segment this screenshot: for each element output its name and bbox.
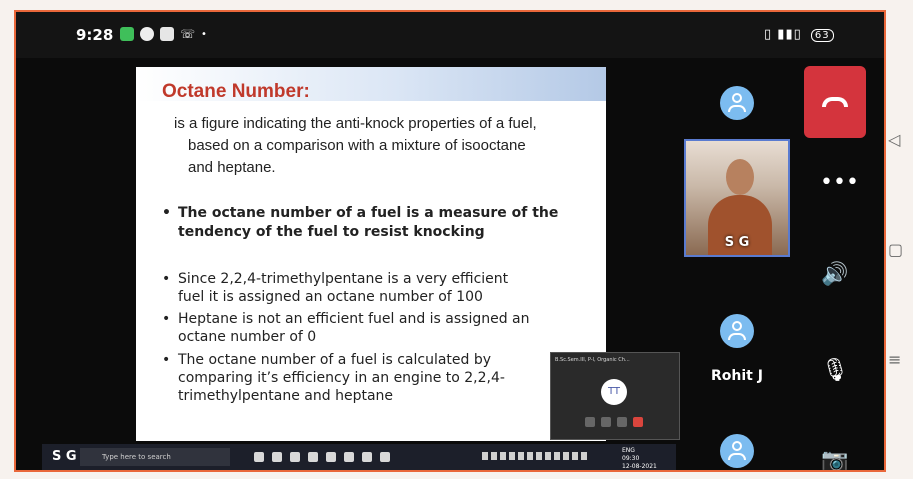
edge-icon[interactable]: [344, 452, 354, 462]
signal-icon: ▮▮▯: [777, 27, 802, 42]
participant-panel: S G Rohit J: [684, 60, 790, 470]
android-nav-bar: ◁ ▢ ≡: [880, 10, 910, 472]
taskbar-time: 09:30: [622, 455, 640, 462]
notes-icon[interactable]: [380, 452, 390, 462]
participant-avatar[interactable]: [720, 314, 754, 348]
system-tray: [482, 452, 587, 460]
hangup-button[interactable]: [804, 66, 866, 138]
battery-icon: 63: [810, 29, 834, 42]
taskbar-apps: [254, 452, 390, 462]
video-tile-name: S G: [724, 235, 750, 250]
chrome-icon[interactable]: [326, 452, 336, 462]
status-bar: 9:28 ☏ • ▯ ▮▮▯ 63: [16, 12, 884, 58]
chat-icon: [140, 27, 154, 41]
explorer-icon[interactable]: [290, 452, 300, 462]
hangup-icon: [822, 97, 848, 107]
bullet-4-line-2: comparing it’s efficiency in an engine t…: [178, 370, 505, 386]
back-icon[interactable]: ◁: [888, 130, 900, 149]
taskbar-date: 12-08-2021: [622, 463, 657, 470]
slide-title: Octane Number:: [162, 81, 310, 102]
teams-icon[interactable]: [362, 452, 372, 462]
recents-icon[interactable]: ≡: [888, 350, 901, 369]
taskbar-user-label: S G: [52, 449, 77, 464]
participant-avatar[interactable]: [720, 86, 754, 120]
shared-slide: Octane Number: is a figure indicating th…: [136, 67, 606, 441]
status-time: 9:28: [76, 26, 114, 44]
task-view-icon[interactable]: [272, 452, 282, 462]
pip-share-icon[interactable]: [617, 417, 627, 427]
more-options-icon[interactable]: •••: [820, 168, 859, 198]
start-icon[interactable]: [254, 452, 264, 462]
bullet-dot: •: [162, 205, 171, 221]
call-controls: ••• 🔊 🎙 📷: [800, 60, 872, 470]
settings-icon[interactable]: [308, 452, 318, 462]
pip-hangup-icon[interactable]: [633, 417, 643, 427]
pip-video-icon[interactable]: [585, 417, 595, 427]
definition-line-1: is a figure indicating the anti-knock pr…: [174, 115, 537, 132]
pip-title: B.Sc.Sem.III, P-I, Organic Ch...: [555, 357, 630, 363]
outlook-icon: [160, 27, 174, 41]
bullet-dot: •: [162, 271, 171, 287]
bullet-2-line-1: Since 2,2,4-trimethylpentane is a very e…: [178, 271, 509, 287]
participant-name: Rohit J: [711, 368, 763, 384]
screenshot-frame: 9:28 ☏ • ▯ ▮▮▯ 63 Octane Number: is a fi…: [14, 10, 886, 472]
dot-icon: •: [201, 28, 207, 40]
taskbar-search[interactable]: Type here to search: [80, 448, 230, 466]
definition-line-2: based on a comparison with a mixture of …: [188, 137, 526, 154]
pip-mic-icon[interactable]: [601, 417, 611, 427]
definition-line-3: and heptane.: [188, 159, 276, 176]
windows-taskbar: S G Type here to search ENG 09:30 12-08-…: [42, 444, 676, 470]
bullet-3-line-1: Heptane is not an efficient fuel and is …: [178, 311, 530, 327]
participant-video-tile[interactable]: S G: [684, 139, 790, 257]
mic-off-icon[interactable]: 🎙: [820, 356, 850, 386]
pip-controls: [585, 417, 643, 427]
pip-avatar: TT: [601, 379, 627, 405]
bullet-dot: •: [162, 311, 171, 327]
bullet-dot: •: [162, 352, 171, 368]
bullet-1-line-2: tendency of the fuel to resist knocking: [178, 224, 485, 240]
bullet-4-line-3: trimethylpentane and heptane: [178, 388, 394, 404]
camera-off-icon[interactable]: 📷: [820, 446, 850, 470]
bullet-1-line-1: The octane number of a fuel is a measure…: [178, 205, 559, 221]
bullet-3-line-2: octane number of 0: [178, 329, 317, 345]
phone-screen: 9:28 ☏ • ▯ ▮▮▯ 63 Octane Number: is a fi…: [16, 12, 884, 470]
notification-icons: ☏ •: [120, 27, 207, 41]
speaker-icon[interactable]: 🔊: [820, 260, 850, 290]
message-icon: [120, 27, 134, 41]
status-right-icons: ▯ ▮▮▯ 63: [764, 27, 834, 42]
taskbar-clock: ENG 09:30 12-08-2021: [622, 447, 657, 470]
home-icon[interactable]: ▢: [888, 240, 903, 259]
participant-video: [726, 159, 754, 195]
presenter-pip-window[interactable]: B.Sc.Sem.III, P-I, Organic Ch... TT: [550, 352, 680, 440]
bullet-2-line-2: fuel it is assigned an octane number of …: [178, 289, 483, 305]
taskbar-lang: ENG: [622, 447, 635, 454]
vibrate-icon: ▯: [764, 27, 773, 42]
bullet-4-line-1: The octane number of a fuel is calculate…: [178, 352, 492, 368]
phone-icon: ☏: [180, 27, 196, 41]
participant-avatar[interactable]: [720, 434, 754, 468]
